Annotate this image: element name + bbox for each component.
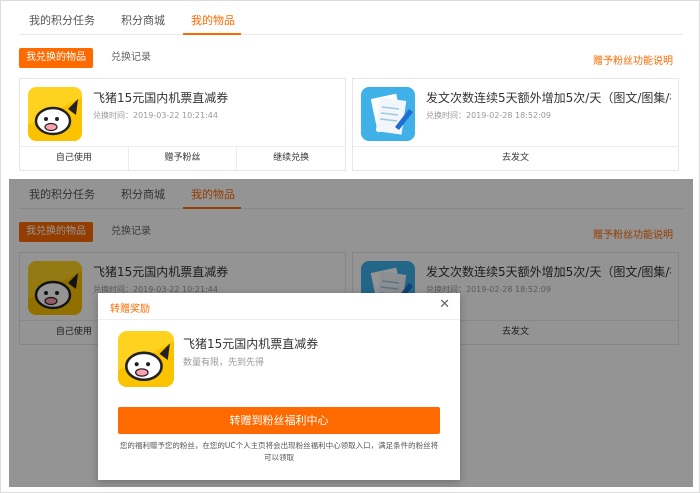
gift-to-fans-button[interactable]: 赠予粉丝 [129,147,238,170]
item-card-fliggy: 飞猪15元国内机票直减券 兑换时间：2019-03-22 10:21:44 自己… [19,78,346,171]
main-tabs: 我的积分任务 积分商城 我的物品 [19,5,683,35]
gift-reward-modal: 转赠奖励 ✕ 飞猪15元国内机票直减券 数量有限，先到先得 转赠到粉丝福利中心 … [98,293,460,480]
redeem-time: 兑换时间：2019-03-22 10:21:44 [93,111,218,120]
document-icon [361,87,415,141]
tab-my-items[interactable]: 我的物品 [191,12,235,28]
fliggy-pig-icon [28,87,82,141]
subtab-redeemed-items[interactable]: 我兑换的物品 [19,48,93,68]
gift-to-fans-center-button[interactable]: 转赠到粉丝福利中心 [118,407,440,434]
modal-header: 转赠奖励 ✕ [98,293,460,320]
use-self-button[interactable]: 自己使用 [20,147,129,170]
items-panel: 我的积分任务 积分商城 我的物品 我兑换的物品 兑换记录 赠予粉丝功能说明 飞猪… [9,5,693,175]
subtab-redeem-history[interactable]: 兑换记录 [111,48,151,68]
tab-points-mall[interactable]: 积分商城 [121,12,165,28]
gift-fans-help-link[interactable]: 赠予粉丝功能说明 [593,52,673,67]
modal-title: 转赠奖励 [110,304,150,315]
card-actions: 自己使用 赠予粉丝 继续兑换 [20,146,345,170]
subtabs: 我兑换的物品 兑换记录 [19,48,319,68]
tab-points-tasks[interactable]: 我的积分任务 [29,12,95,28]
go-post-button[interactable]: 去发文 [353,147,678,170]
card-actions: 去发文 [353,146,678,170]
modal-item-description: 数量有限，先到先得 [183,358,265,368]
item-title: 飞猪15元国内机票直减券 [93,91,229,105]
item-title: 发文次数连续5天额外增加5次/天（图文/图集/视... [426,91,671,105]
close-icon[interactable]: ✕ [439,298,450,312]
redeem-time: 兑换时间：2019-02-28 18:52:09 [426,111,551,120]
fliggy-pig-icon [118,331,174,387]
modal-item-title: 飞猪15元国内机票直减券 [183,337,319,351]
active-tab-indicator [183,33,241,35]
app-frame: 我的积分任务 积分商城 我的物品 我兑换的物品 兑换记录 赠予粉丝功能说明 飞猪… [0,0,700,493]
modal-note: 您的福利赠予您的粉丝，在您的UC个人主页将会出现粉丝福利中心领取入口，满足条件的… [119,441,439,462]
item-card-post-quota: 发文次数连续5天额外增加5次/天（图文/图集/视... 兑换时间：2019-02… [352,78,679,171]
redeem-again-button[interactable]: 继续兑换 [237,147,345,170]
